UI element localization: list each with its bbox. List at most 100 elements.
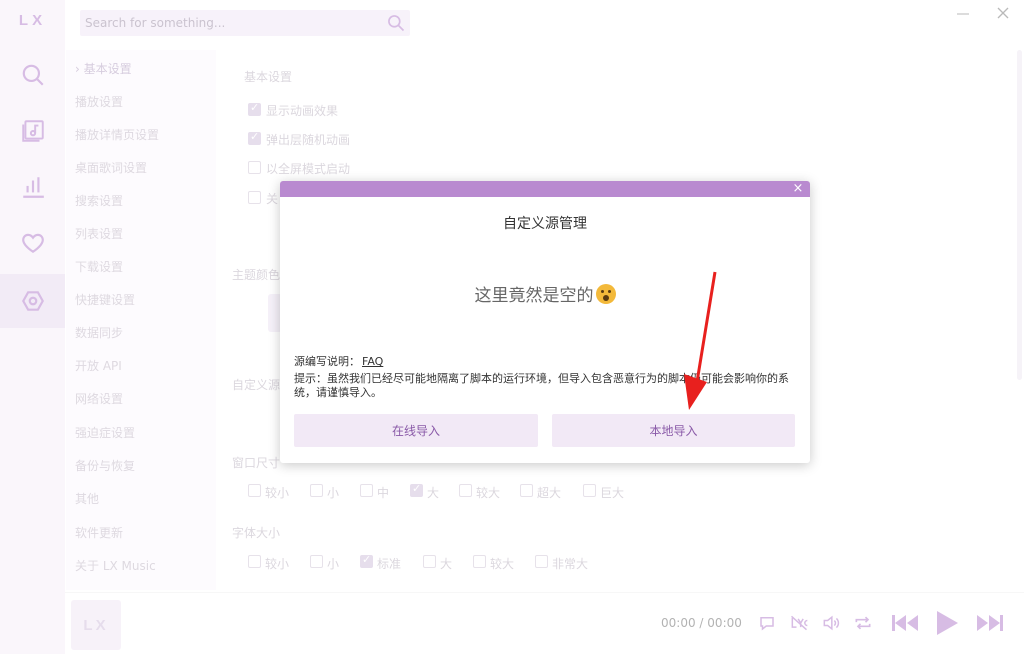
settings-menu-item[interactable]: 数据同步 — [75, 324, 123, 341]
settings-menu-item[interactable]: 播放设置 — [75, 93, 123, 110]
online-import-button[interactable]: 在线导入 — [294, 414, 538, 447]
checkbox[interactable] — [248, 101, 261, 116]
app-logo: LX — [18, 12, 47, 29]
warning-tip: 提示：虽然我们已经尽可能地隔离了脚本的运行环境，但导入包含恶意行为的脚本仍可能会… — [294, 372, 789, 399]
nav-search[interactable] — [0, 48, 65, 102]
comment-icon — [760, 617, 774, 631]
option-label: 超大 — [537, 486, 562, 500]
chart-icon — [22, 177, 44, 198]
settings-menu-item[interactable]: 播放详情页设置 — [75, 126, 159, 143]
radio[interactable] — [248, 555, 261, 568]
nav-favorites[interactable] — [0, 216, 65, 270]
source-doc-line: 源编写说明： FAQ — [294, 355, 384, 368]
settings-menu-item[interactable]: 桌面歌词设置 — [75, 159, 147, 176]
radio[interactable] — [520, 484, 533, 497]
radio[interactable] — [360, 484, 373, 497]
nav-leaderboard[interactable] — [0, 160, 65, 214]
music-library-icon — [21, 120, 44, 142]
repeat-icon — [855, 616, 871, 630]
settings-menu-item[interactable]: 下载设置 — [75, 258, 123, 275]
close-icon[interactable] — [994, 4, 1012, 22]
dialog-header: × — [280, 181, 810, 197]
radio[interactable] — [410, 482, 423, 497]
radio[interactable] — [583, 484, 596, 497]
checkbox[interactable] — [248, 191, 261, 204]
radio[interactable] — [310, 555, 323, 568]
option-label: 大 — [427, 486, 440, 500]
search-box[interactable] — [80, 10, 410, 36]
settings-menu-item[interactable]: 关于 LX Music — [75, 557, 156, 574]
repeat-button[interactable] — [852, 612, 874, 634]
next-button[interactable] — [975, 612, 1005, 634]
settings-menu: › 基本设置 播放设置 播放详情页设置 桌面歌词设置 搜索设置 列表设置 下载设… — [66, 50, 216, 590]
settings-menu-item[interactable]: 开放 API — [75, 357, 122, 374]
settings-menu-item[interactable]: 强迫症设置 — [75, 424, 135, 441]
player-bar: LX 00:00 / 00:00 — [65, 592, 1024, 654]
astonished-face-icon — [595, 284, 616, 304]
custom-source-label: 自定义源 — [232, 378, 281, 392]
play-button[interactable] — [932, 608, 962, 638]
previous-icon — [892, 615, 918, 631]
option-label: 较大 — [476, 486, 501, 500]
option-label: 弹出层随机动画 — [266, 133, 351, 147]
faq-link[interactable]: FAQ — [362, 355, 383, 368]
settings-menu-item[interactable]: 搜索设置 — [75, 192, 123, 209]
nav-song-list[interactable] — [0, 104, 65, 158]
option-label: 巨大 — [600, 486, 625, 500]
side-navbar: LX — [0, 0, 65, 654]
desktop-lyrics-button[interactable] — [788, 612, 810, 634]
option-label: 标准 — [377, 557, 402, 571]
settings-menu-item[interactable]: 软件更新 — [75, 524, 123, 541]
radio[interactable] — [535, 555, 548, 568]
font-size-label: 字体大小 — [232, 526, 281, 540]
option-label: 小 — [327, 557, 340, 571]
heart-icon — [21, 233, 44, 253]
scrollbar[interactable] — [1017, 50, 1022, 380]
volume-icon — [823, 615, 840, 631]
custom-source-dialog: × 自定义源管理 这里竟然是空的 源编写说明： FAQ 提示：虽然我们已经尽可能地… — [280, 181, 810, 463]
checkbox[interactable] — [248, 161, 261, 174]
option-label: 中 — [377, 486, 390, 500]
minimize-icon[interactable] — [955, 6, 971, 22]
section-title: 基本设置 — [244, 70, 293, 84]
theme-label: 主题颜色 — [232, 268, 281, 282]
option-label: 较小 — [265, 557, 290, 571]
search-input[interactable] — [80, 10, 380, 36]
radio[interactable] — [423, 555, 436, 568]
next-icon — [977, 615, 1003, 631]
nav-settings[interactable] — [0, 274, 65, 328]
settings-menu-item[interactable]: 备份与恢复 — [75, 457, 135, 474]
volume-button[interactable] — [820, 612, 842, 634]
option-label: 显示动画效果 — [266, 104, 339, 118]
lyrics-off-icon — [791, 615, 808, 631]
radio[interactable] — [248, 484, 261, 497]
empty-message: 这里竟然是空的 — [280, 281, 810, 306]
option-label: 大 — [440, 557, 453, 571]
settings-menu-item[interactable]: › 基本设置 — [75, 60, 132, 77]
search-icon[interactable] — [386, 13, 406, 33]
close-icon[interactable]: × — [790, 181, 806, 197]
settings-menu-item[interactable]: 其他 — [75, 490, 99, 507]
settings-menu-item[interactable]: 网络设置 — [75, 390, 123, 407]
radio[interactable] — [310, 484, 323, 497]
dialog-title: 自定义源管理 — [503, 216, 587, 232]
settings-menu-item[interactable]: 快捷键设置 — [75, 291, 135, 308]
option-label: 非常大 — [552, 557, 589, 571]
option-label: 较大 — [490, 557, 515, 571]
radio[interactable] — [459, 484, 472, 497]
window-size-label: 窗口尺寸 — [232, 456, 281, 470]
radio[interactable] — [473, 555, 486, 568]
settings-menu-item[interactable]: 列表设置 — [75, 225, 123, 242]
album-cover[interactable]: LX — [71, 600, 121, 650]
settings-icon — [21, 291, 44, 311]
comment-button[interactable] — [756, 612, 778, 634]
play-icon — [937, 611, 958, 635]
previous-button[interactable] — [890, 612, 920, 634]
option-label: 较小 — [265, 486, 290, 500]
checkbox[interactable] — [248, 130, 261, 145]
option-label: 以全屏模式启动 — [266, 162, 351, 176]
local-import-button[interactable]: 本地导入 — [552, 414, 795, 447]
search-icon — [22, 64, 44, 86]
radio[interactable] — [360, 553, 373, 568]
playback-time: 00:00 / 00:00 — [661, 616, 742, 630]
